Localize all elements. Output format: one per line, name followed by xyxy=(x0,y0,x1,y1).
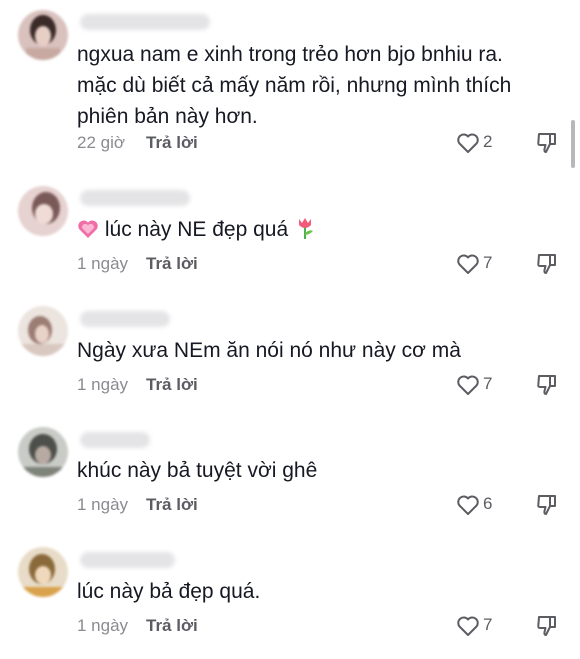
avatar[interactable] xyxy=(18,427,68,477)
like-button[interactable]: 2 xyxy=(456,131,496,155)
like-count: 2 xyxy=(483,132,493,151)
reply-button[interactable]: Trả lời xyxy=(146,616,198,636)
avatar[interactable] xyxy=(18,306,68,356)
comment-text: ngxua nam e xinh trong trẻo hơn bjo bnhi… xyxy=(77,43,512,128)
comment-time: 1 ngày xyxy=(77,254,129,273)
comment-time: 1 ngày xyxy=(77,375,129,394)
tulip-emoji xyxy=(294,215,316,248)
avatar[interactable] xyxy=(18,10,68,60)
username-blurred[interactable] xyxy=(80,552,175,568)
reply-button[interactable]: Trả lời xyxy=(146,495,198,515)
dislike-button[interactable] xyxy=(536,614,558,638)
heart-icon xyxy=(457,133,479,153)
like-button[interactable]: 7 xyxy=(456,614,496,638)
heart-icon xyxy=(457,495,479,515)
thumbs-down-icon xyxy=(537,375,556,395)
avatar[interactable] xyxy=(18,547,68,597)
comment-time: 22 giờ xyxy=(77,133,126,152)
scrollbar[interactable] xyxy=(571,120,575,168)
heart-icon xyxy=(457,254,479,274)
like-count: 6 xyxy=(483,494,493,513)
thumbs-down-icon xyxy=(537,495,556,515)
dislike-button[interactable] xyxy=(536,252,558,276)
comment-time: 1 ngày xyxy=(77,616,129,635)
dislike-button[interactable] xyxy=(536,493,558,517)
like-button[interactable]: 7 xyxy=(456,252,496,276)
reply-button[interactable]: Trả lời xyxy=(146,133,198,153)
comment-text: khúc này bả tuyệt vời ghê xyxy=(77,459,318,482)
username-blurred[interactable] xyxy=(80,432,150,448)
thumbs-down-icon xyxy=(537,616,556,636)
avatar[interactable] xyxy=(18,186,68,236)
username-blurred[interactable] xyxy=(80,14,210,30)
like-count: 7 xyxy=(483,615,493,634)
comment-time: 1 ngày xyxy=(77,495,129,514)
like-count: 7 xyxy=(483,374,493,393)
comment-text: Ngày xưa NEm ăn nói nó như này cơ mà xyxy=(77,339,461,362)
comment-text-row: lúc này NE đẹp quá xyxy=(77,214,537,248)
comment-text: lúc này bả đẹp quá. xyxy=(77,580,261,603)
username-blurred[interactable] xyxy=(80,190,190,206)
heart-icon xyxy=(457,375,479,395)
dislike-button[interactable] xyxy=(536,373,558,397)
thumbs-down-icon xyxy=(537,254,556,274)
reply-button[interactable]: Trả lời xyxy=(146,254,198,274)
heart-icon xyxy=(457,616,479,636)
reply-button[interactable]: Trả lời xyxy=(146,375,198,395)
like-button[interactable]: 6 xyxy=(456,493,496,517)
like-count: 7 xyxy=(483,253,493,272)
like-button[interactable]: 7 xyxy=(456,373,496,397)
heart-emoji xyxy=(77,217,99,248)
dislike-button[interactable] xyxy=(536,131,558,155)
comment-text: lúc này NE đẹp quá xyxy=(104,218,289,241)
username-blurred[interactable] xyxy=(80,311,170,327)
thumbs-down-icon xyxy=(537,133,556,153)
